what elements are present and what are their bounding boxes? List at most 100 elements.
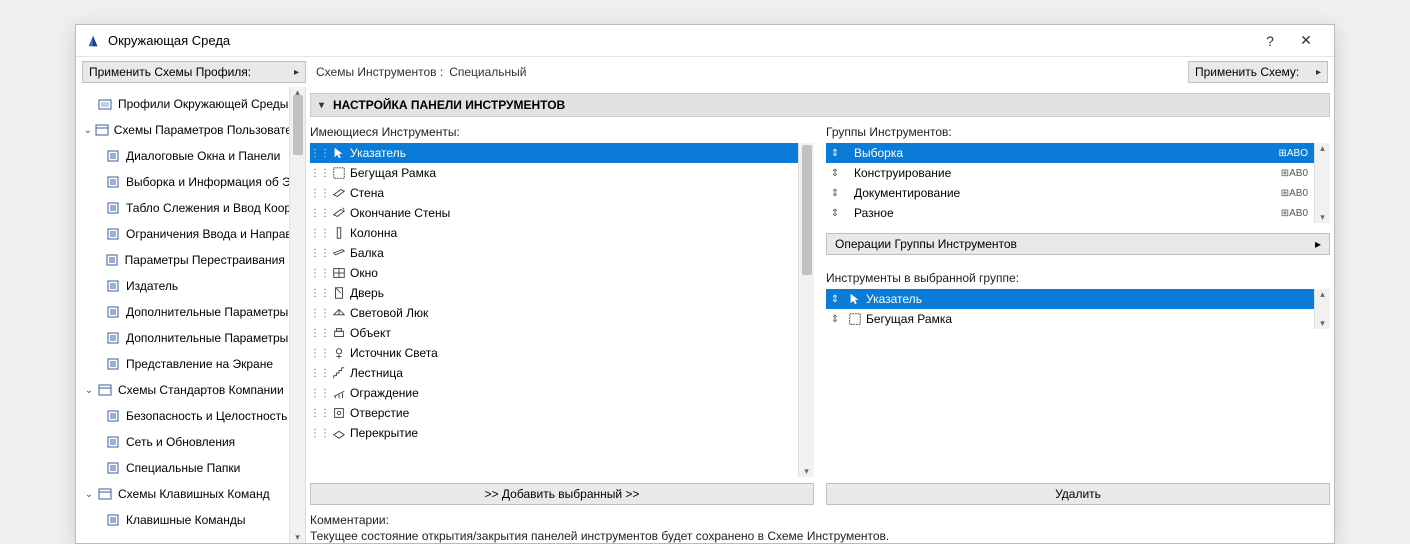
chevron-down-icon: ▾	[319, 100, 333, 111]
available-item[interactable]: ⋮⋮Бегущая Рамка	[310, 163, 814, 183]
drag-grip-icon[interactable]: ⋮⋮	[310, 228, 328, 239]
drag-grip-icon[interactable]: ⋮⋮	[310, 408, 328, 419]
group-item[interactable]: ⇕Документирование⊞АВ0	[826, 183, 1330, 203]
tree-item[interactable]: Безопасность и Целостность да	[76, 403, 305, 429]
drag-grip-icon[interactable]: ⋮⋮	[310, 328, 328, 339]
tree-node-icon	[96, 96, 114, 112]
drag-grip-icon[interactable]: ⋮⋮	[310, 148, 328, 159]
drag-grip-icon[interactable]: ⇕	[826, 294, 844, 305]
tree-item[interactable]: Сеть и Обновления	[76, 429, 305, 455]
groups-list[interactable]: ⇕Выборка⊞ABО⇕Конструирование⊞АВ0⇕Докумен…	[826, 143, 1330, 223]
scroll-down-icon[interactable]: ▾	[1315, 212, 1330, 223]
tree-node-icon	[104, 356, 122, 372]
tree-item[interactable]: Специальные Папки	[76, 455, 305, 481]
tree-item[interactable]: ⌄Схемы Стандартов Компании	[76, 377, 305, 403]
tree-item[interactable]: ⌄Схемы Параметров Пользователя	[76, 117, 305, 143]
scroll-down-icon[interactable]: ▾	[1315, 318, 1330, 329]
available-item[interactable]: ⋮⋮Балка	[310, 243, 814, 263]
drag-grip-icon[interactable]: ⋮⋮	[310, 308, 328, 319]
tree-node-icon	[104, 148, 122, 164]
scroll-thumb[interactable]	[802, 145, 812, 275]
apply-profile-dropdown[interactable]: Применить Схемы Профиля: ▸	[82, 61, 306, 83]
section-header[interactable]: ▾ НАСТРОЙКА ПАНЕЛИ ИНСТРУМЕНТОВ	[310, 93, 1330, 117]
drag-grip-icon[interactable]: ⋮⋮	[310, 288, 328, 299]
drag-grip-icon[interactable]: ⇕	[826, 148, 844, 159]
remove-button[interactable]: Удалить	[826, 483, 1330, 505]
tree-item[interactable]: Табло Слежения и Ввод Коорди	[76, 195, 305, 221]
group-meta: ⊞АВ0	[1272, 208, 1312, 219]
tree-item[interactable]: Представление на Экране	[76, 351, 305, 377]
sidebar-scrollbar[interactable]: ▴ ▾	[289, 87, 305, 543]
available-item[interactable]: ⋮⋮Ограждение	[310, 383, 814, 403]
scroll-up-icon[interactable]: ▴	[1315, 289, 1330, 300]
drag-grip-icon[interactable]: ⋮⋮	[310, 388, 328, 399]
tree-item[interactable]: Издатель	[76, 273, 305, 299]
group-item[interactable]: ⇕Конструирование⊞АВ0	[826, 163, 1330, 183]
apply-profile-label: Применить Схемы Профиля:	[89, 65, 251, 79]
selected-item[interactable]: ⇕Указатель	[826, 289, 1330, 309]
drag-grip-icon[interactable]: ⋮⋮	[310, 208, 328, 219]
tree-item[interactable]: Клавишные Команды	[76, 507, 305, 533]
drag-grip-icon[interactable]: ⇕	[826, 188, 844, 199]
drag-grip-icon[interactable]: ⋮⋮	[310, 348, 328, 359]
help-button[interactable]: ?	[1252, 33, 1288, 49]
tree-node-icon	[104, 226, 122, 242]
selected-scrollbar[interactable]: ▴ ▾	[1314, 289, 1330, 329]
tree-toggle-icon[interactable]: ⌄	[82, 125, 94, 136]
apply-scheme-dropdown[interactable]: Применить Схему: ▸	[1188, 61, 1328, 83]
drag-grip-icon[interactable]: ⋮⋮	[310, 428, 328, 439]
available-item[interactable]: ⋮⋮Объект	[310, 323, 814, 343]
marquee-icon	[328, 166, 350, 180]
tree-node-icon	[104, 174, 122, 190]
tree-node-icon	[94, 122, 110, 138]
drag-grip-icon[interactable]: ⋮⋮	[310, 168, 328, 179]
add-selected-button[interactable]: >> Добавить выбранный >>	[310, 483, 814, 505]
tree-toggle-icon[interactable]: ⌄	[82, 385, 96, 396]
tree-item-label: Безопасность и Целостность да	[126, 409, 304, 423]
tree-item[interactable]: Дополнительные Параметры	[76, 299, 305, 325]
group-item[interactable]: ⇕Разное⊞АВ0	[826, 203, 1330, 223]
available-item[interactable]: ⋮⋮Световой Люк	[310, 303, 814, 323]
available-item[interactable]: ⋮⋮Перекрытие	[310, 423, 814, 443]
available-list[interactable]: ⋮⋮Указатель⋮⋮Бегущая Рамка⋮⋮Стена⋮⋮Оконч…	[310, 143, 814, 477]
scroll-down-icon[interactable]: ▾	[799, 466, 814, 477]
tree-item[interactable]: Параметры Перестраивания Мо	[76, 247, 305, 273]
drag-grip-icon[interactable]: ⋮⋮	[310, 268, 328, 279]
tree-item[interactable]: Ограничения Ввода и Направл	[76, 221, 305, 247]
drag-grip-icon[interactable]: ⇕	[826, 208, 844, 219]
tree-node-icon	[104, 460, 122, 476]
scroll-up-icon[interactable]: ▴	[1315, 143, 1330, 154]
tree-toggle-icon[interactable]: ⌄	[82, 489, 96, 500]
group-item[interactable]: ⇕Выборка⊞ABО	[826, 143, 1330, 163]
tree-item[interactable]: Выборка и Информация об Эле	[76, 169, 305, 195]
comments-section: Комментарии: Текущее состояние открытия/…	[310, 513, 1330, 543]
available-scrollbar[interactable]: ▴ ▾	[798, 143, 814, 477]
groups-scrollbar[interactable]: ▴ ▾	[1314, 143, 1330, 223]
scroll-thumb[interactable]	[293, 95, 303, 155]
available-item[interactable]: ⋮⋮Лестница	[310, 363, 814, 383]
available-item[interactable]: ⋮⋮Окончание Стены	[310, 203, 814, 223]
available-item[interactable]: ⋮⋮Дверь	[310, 283, 814, 303]
available-item[interactable]: ⋮⋮Стена	[310, 183, 814, 203]
selected-list[interactable]: ⇕Указатель⇕Бегущая Рамка	[826, 289, 1330, 329]
available-item[interactable]: ⋮⋮Колонна	[310, 223, 814, 243]
drag-grip-icon[interactable]: ⋮⋮	[310, 248, 328, 259]
tree-item[interactable]: Диалоговые Окна и Панели	[76, 143, 305, 169]
drag-grip-icon[interactable]: ⋮⋮	[310, 188, 328, 199]
tree-item-label: Представление на Экране	[126, 357, 273, 371]
drag-grip-icon[interactable]: ⇕	[826, 168, 844, 179]
group-operations-dropdown[interactable]: Операции Группы Инструментов ▸	[826, 233, 1330, 255]
drag-grip-icon[interactable]: ⇕	[826, 314, 844, 325]
drag-grip-icon[interactable]: ⋮⋮	[310, 368, 328, 379]
tree-node-icon	[104, 434, 122, 450]
tree-item[interactable]: Профили Окружающей Среды	[76, 91, 305, 117]
selected-item[interactable]: ⇕Бегущая Рамка	[826, 309, 1330, 329]
available-item[interactable]: ⋮⋮Указатель	[310, 143, 814, 163]
close-button[interactable]: ✕	[1288, 32, 1324, 49]
available-item[interactable]: ⋮⋮Источник Света	[310, 343, 814, 363]
available-item[interactable]: ⋮⋮Отверстие	[310, 403, 814, 423]
tree-item[interactable]: Дополнительные Параметры О	[76, 325, 305, 351]
available-item[interactable]: ⋮⋮Окно	[310, 263, 814, 283]
tree-item[interactable]: ⌄Схемы Клавишных Команд	[76, 481, 305, 507]
tree-item-label: Клавишные Команды	[126, 513, 245, 527]
